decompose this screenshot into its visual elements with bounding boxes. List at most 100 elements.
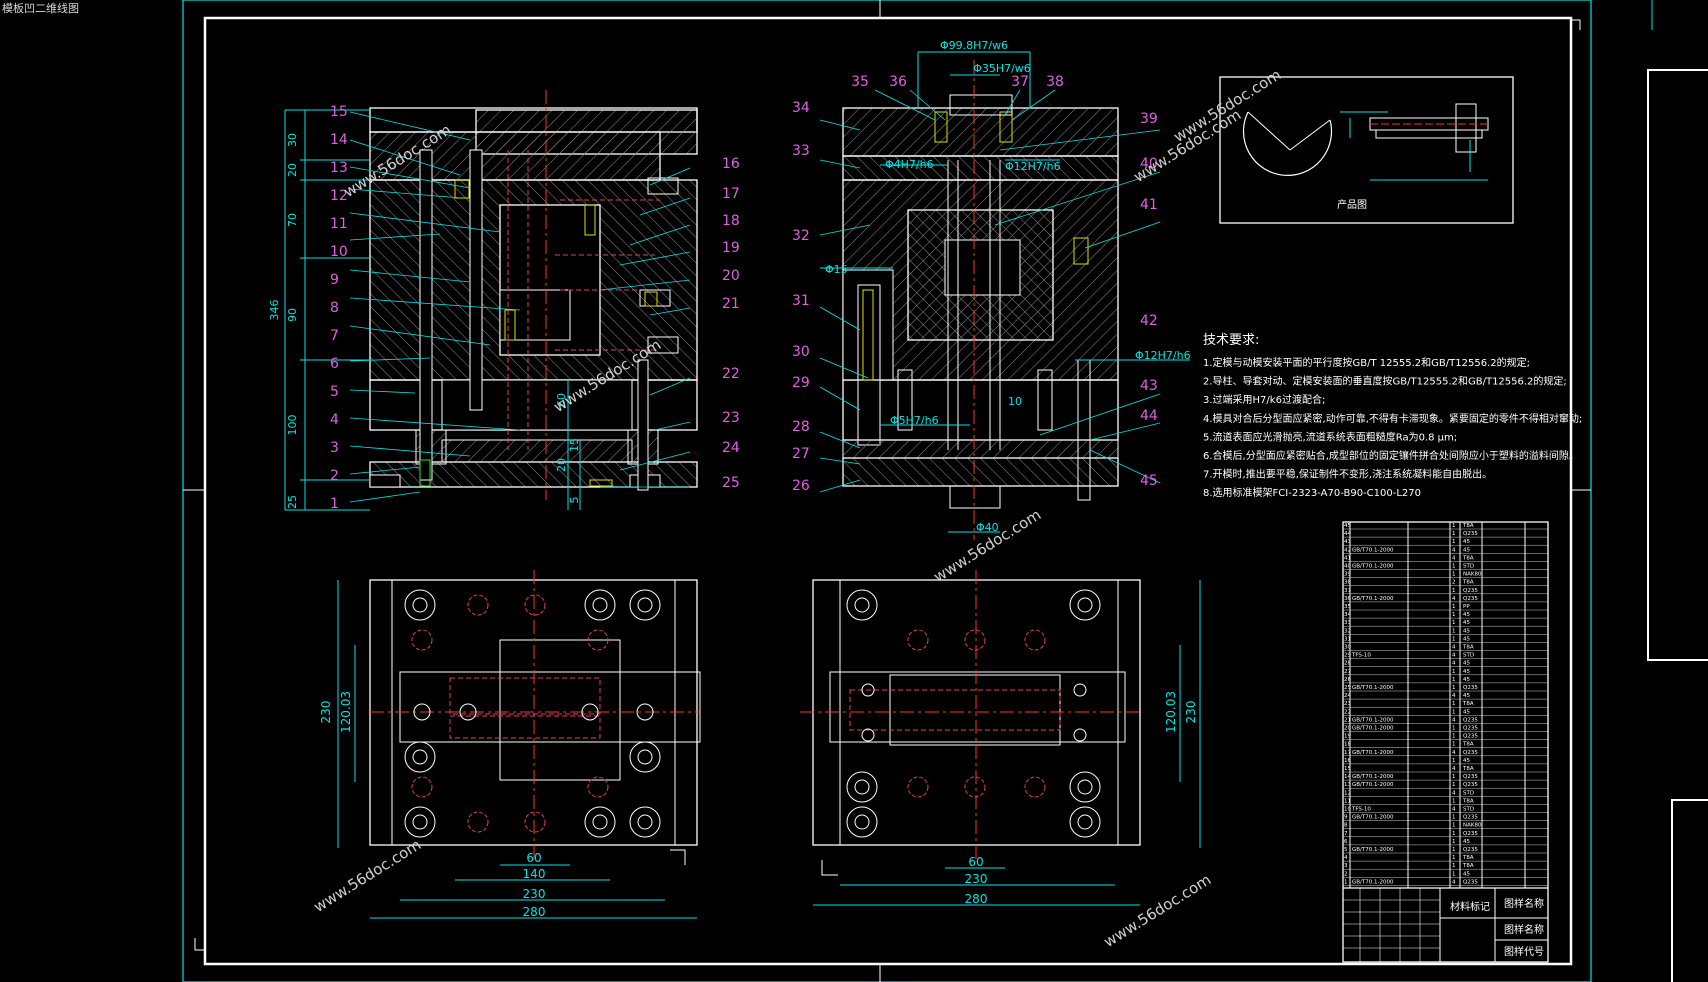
bom-cell: 1 [1452,726,1456,732]
part-number-label: 4 [330,412,339,428]
hole [629,741,661,773]
bom-cell: T8A [1462,766,1474,772]
bom-cell: 4 [1452,807,1456,813]
bom-cell: GB/T70.1-2000 [1352,847,1394,853]
part-number-label: 31 [792,293,810,309]
bom-drawing-name-2: 图样名称 [1504,923,1544,936]
bom-cell: 2 [1452,580,1456,586]
hole [1069,771,1101,803]
tech-requirement-item: 8.选用标准模架FCI-2323-A70-B90-C100-L270 [1203,486,1421,499]
hole [1077,779,1093,795]
hole [404,806,436,838]
hole [412,814,428,830]
product-drawing: 产品图 [1219,76,1514,224]
bom-cell: T8A [1462,855,1474,861]
bom-cell: 1 [1452,839,1456,845]
watermark-text: www.56doc.com [310,836,424,916]
bom-cell: 7 [1344,831,1348,837]
bom-cell: GB/T70.1-2000 [1352,774,1394,780]
bom-cell: 16 [1344,758,1351,764]
bom-cell: 44 [1344,531,1351,537]
part-number-label: 7 [330,328,339,344]
hidden-hole [907,776,929,798]
bom-cell: 3 [1344,863,1348,869]
bom-cell: 31 [1344,636,1351,642]
bom-cell: 1 [1452,742,1456,748]
tech-requirement-item: 2.导柱、导套对动、定模安装面的垂直度按GB/T12555.2和GB/T1255… [1203,375,1567,388]
bom-cell: 45 [1463,839,1470,845]
bom-cell: 8 [1344,823,1348,829]
part-number-label: 6 [330,356,339,372]
hole [861,728,875,742]
hidden-hole [524,594,546,616]
bom-cell: 34 [1344,612,1351,618]
tech-requirement-item: 4.模具对合后分型面应紧密,动作可靠,不得有卡滞现象。紧要固定的零件不得相对窜动… [1203,412,1582,425]
dimension-label: 60 [968,855,983,869]
part-number-label: 28 [792,419,810,435]
bom-cell: 19 [1344,734,1351,740]
bom-cell: Q235 [1463,734,1478,740]
bom-cell: Q235 [1463,596,1478,602]
fit-tolerance-label: Φ15 [825,263,848,276]
part-number-label: 35 [851,74,869,90]
fit-tolerance-label: Φ4H7/h6 [885,158,934,171]
dimension-label: 120.03 [1164,691,1178,733]
bom-cell: 36 [1344,596,1351,602]
bom-cell: T8A [1462,523,1474,529]
right-view-top-part-numbers: 35 36 37 38 [851,74,1064,90]
hidden-hole [964,629,986,651]
part-number-label: 8 [330,300,339,316]
part-number-label: 36 [889,74,907,90]
bom-cell: 4 [1452,645,1456,651]
bom-cell: 45 [1463,871,1470,877]
part-number-label: 37 [1011,74,1029,90]
bom-cell: GB/T70.1-2000 [1352,547,1394,553]
bom-drawing-code: 图样代号 [1504,945,1544,958]
bom-cell: 41 [1344,555,1351,561]
hidden-hole [907,629,929,651]
part-number-label: 27 [792,446,810,462]
part-number-label: 39 [1140,111,1158,127]
bom-cell: 45 [1344,523,1351,529]
bom-cell: 1 [1344,879,1348,885]
tech-requirement-item: 1.定模与动模安装平面的平行度按GB/T 12555.2和GB/T12556.2… [1203,356,1530,369]
dimension-label: 346 [268,300,281,321]
bom-cell: 45 [1463,709,1470,715]
hole [1077,814,1093,830]
dimension-label: Φ99.8H7/w6 [940,39,1008,52]
part-number-label: 10 [330,244,348,260]
hole [854,814,870,830]
bom-cell: STD [1463,564,1474,570]
bom-cell: 1 [1452,677,1456,683]
bom-cell: 4 [1452,790,1456,796]
bom-drawing-name-1: 图样名称 [1504,897,1544,910]
part-number-label: 9 [330,272,339,288]
part-number-label: 30 [792,344,810,360]
part-number-label: 45 [1140,473,1158,489]
part-number-label: 44 [1140,408,1158,424]
hole [637,597,653,613]
bom-cell: Q235 [1463,815,1478,821]
bom-cell: STD [1463,653,1474,659]
bom-cell: Q235 [1463,774,1478,780]
part-number-label: 23 [722,410,740,426]
dimension-label: 5 [568,497,581,504]
bom-cell: 1 [1452,604,1456,610]
fit-tolerance-label: Φ12H7/h6 [1005,160,1061,173]
hidden-hole [1024,629,1046,651]
bom-cell: 45 [1463,539,1470,545]
bom-cell: 43 [1344,539,1351,545]
fit-tolerance-label: 10 [1008,395,1022,408]
bom-cell: Q235 [1463,726,1478,732]
bom-cell: 1 [1452,531,1456,537]
product-caption: 产品图 [1337,198,1367,211]
bom-cell: 9 [1344,815,1348,821]
cad-drawing-canvas[interactable]: 151413121110987654321 161718192021222324… [0,0,1708,982]
dimension-label: 230 [523,887,546,901]
bom-cell: 11 [1344,798,1351,804]
bom-cell: 4 [1452,596,1456,602]
part-number-label: 5 [330,384,339,400]
hole [412,597,428,613]
bom-cell: STD [1463,807,1474,813]
bom-cell: Q235 [1463,847,1478,853]
